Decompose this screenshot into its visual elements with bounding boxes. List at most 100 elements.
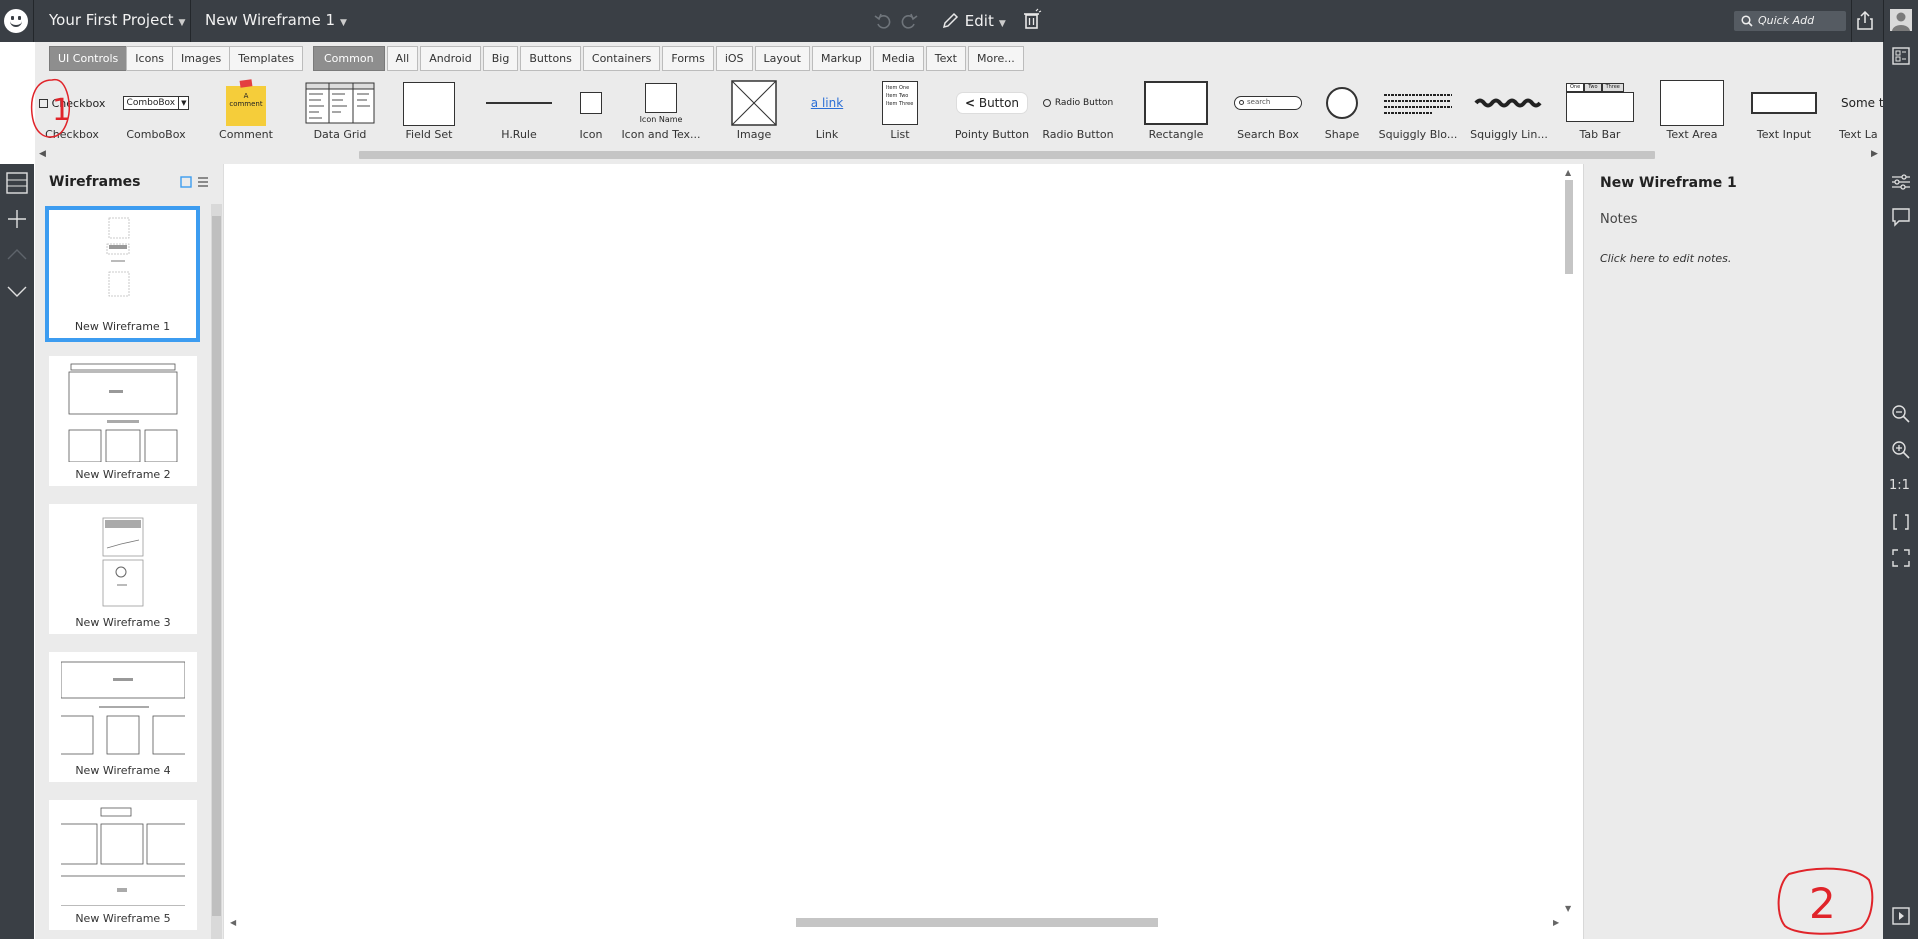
- share-icon[interactable]: [1856, 11, 1874, 31]
- component-data-grid[interactable]: Data Grid: [297, 76, 383, 142]
- scroll-left-icon[interactable]: ◀: [230, 918, 236, 927]
- right-toolbar: 1:1: [1883, 42, 1918, 939]
- component-text-input[interactable]: Text Input: [1741, 76, 1827, 142]
- component-label: Rectangle: [1148, 128, 1204, 141]
- comment-preview: A comment: [203, 79, 289, 126]
- component-label: Squiggly Blo...: [1378, 128, 1458, 141]
- scroll-right-icon[interactable]: ▶: [1553, 918, 1559, 927]
- filter-ios[interactable]: iOS: [715, 46, 753, 71]
- filter-more[interactable]: More...: [968, 46, 1024, 71]
- properties-panel: New Wireframe 1 Notes Click here to edit…: [1583, 164, 1883, 939]
- scrollbar-thumb[interactable]: [796, 918, 1158, 927]
- canvas-vertical-scrollbar[interactable]: ▲ ▼: [1563, 168, 1575, 914]
- component-radio-button[interactable]: Radio Button Radio Button: [1035, 76, 1121, 142]
- component-squiggly-line[interactable]: Squiggly Lin...: [1466, 76, 1552, 142]
- component-list[interactable]: Item One Item Two Item Three List: [857, 76, 943, 142]
- wireframe-thumbnail-4[interactable]: New Wireframe 4: [49, 652, 197, 782]
- wireframe-thumbnail-5[interactable]: New Wireframe 5: [49, 800, 197, 930]
- filter-big[interactable]: Big: [482, 46, 519, 71]
- tab-icons[interactable]: Icons: [126, 46, 174, 71]
- tab-ui-controls[interactable]: UI Controls: [49, 46, 128, 71]
- component-icon-and-text[interactable]: Icon Name Icon and Tex...: [618, 76, 704, 142]
- notes-edit-hint[interactable]: Click here to edit notes.: [1600, 252, 1731, 265]
- logo-smiley-icon[interactable]: [4, 9, 28, 33]
- component-label: Text Input: [1756, 128, 1812, 141]
- redo-icon[interactable]: [900, 12, 918, 30]
- filter-forms[interactable]: Forms: [662, 46, 714, 71]
- edit-menu[interactable]: Edit ▼: [942, 11, 1006, 30]
- filter-media[interactable]: Media: [872, 46, 924, 71]
- filter-buttons[interactable]: Buttons: [520, 46, 581, 71]
- component-label: ComboBox: [126, 128, 186, 141]
- zoom-actual-size-button[interactable]: 1:1: [1889, 478, 1913, 498]
- properties-sliders-icon[interactable]: [1891, 172, 1911, 192]
- plus-icon[interactable]: [6, 208, 28, 230]
- trash-icon[interactable]: [1022, 8, 1042, 30]
- scroll-right-icon[interactable]: ▶: [1871, 149, 1878, 159]
- wireframe-label: New Wireframe 1: [74, 320, 171, 333]
- text-label-preview-text: Some t: [1841, 96, 1883, 110]
- list-view-icon[interactable]: [197, 176, 209, 188]
- filter-all[interactable]: All: [386, 46, 419, 71]
- component-strip-scrollbar[interactable]: ◀ ▶: [35, 148, 1883, 162]
- divider: [1851, 0, 1852, 42]
- wireframe-menu[interactable]: New Wireframe 1 ▼: [205, 11, 347, 29]
- component-text-area[interactable]: Text Area: [1649, 76, 1735, 142]
- component-label: Squiggly Lin...: [1470, 128, 1548, 141]
- component-pointy-button[interactable]: < Button Pointy Button: [949, 76, 1035, 142]
- project-menu[interactable]: Your First Project ▼: [49, 11, 185, 29]
- zoom-out-icon[interactable]: [1891, 404, 1911, 424]
- user-avatar-icon[interactable]: [1890, 9, 1912, 31]
- fit-icon[interactable]: [1891, 512, 1911, 532]
- wireframe-canvas[interactable]: [223, 164, 1583, 939]
- filter-markup[interactable]: Markup: [811, 46, 871, 71]
- component-inspector-icon[interactable]: [1891, 46, 1911, 66]
- scroll-left-icon[interactable]: ◀: [39, 149, 46, 159]
- undo-icon[interactable]: [874, 12, 892, 30]
- component-label: Radio Button: [1042, 128, 1114, 141]
- wireframe-preview: [102, 517, 144, 607]
- edit-label: Edit: [964, 12, 994, 30]
- scroll-down-icon[interactable]: ▼: [1565, 904, 1571, 913]
- comment-icon[interactable]: [1891, 207, 1911, 227]
- quick-add-input[interactable]: Quick Add: [1734, 11, 1846, 31]
- wireframe-thumbnail-1[interactable]: New Wireframe 1: [45, 206, 200, 342]
- pointy-button-preview: < Button: [949, 80, 1035, 126]
- grid-view-icon[interactable]: [180, 176, 192, 188]
- divider: [190, 0, 191, 42]
- tab-images[interactable]: Images: [172, 46, 231, 71]
- zoom-in-icon[interactable]: [1891, 440, 1911, 460]
- squiggly-block-preview: [1375, 80, 1461, 126]
- scroll-up-icon[interactable]: ▲: [1565, 168, 1571, 177]
- canvas-horizontal-scrollbar[interactable]: ◀ ▶: [228, 916, 1563, 929]
- filter-common[interactable]: Common: [313, 46, 385, 71]
- component-field-set[interactable]: Field Set: [386, 76, 472, 142]
- scrollbar-thumb[interactable]: [1565, 180, 1573, 274]
- fullscreen-icon[interactable]: [1891, 548, 1911, 568]
- component-checkbox[interactable]: Checkbox Checkbox: [35, 76, 115, 142]
- scrollbar-thumb[interactable]: [212, 216, 221, 916]
- filter-android[interactable]: Android: [420, 46, 481, 71]
- play-icon[interactable]: [1891, 906, 1911, 926]
- component-text-label[interactable]: Some t Text La: [1833, 76, 1883, 142]
- wireframe-thumbnail-2[interactable]: New Wireframe 2: [49, 356, 197, 486]
- chevron-up-icon[interactable]: [6, 244, 28, 266]
- component-tab-bar[interactable]: One Two Three Tab Bar: [1557, 76, 1643, 142]
- scrollbar-thumb[interactable]: [359, 151, 1655, 159]
- tab-templates[interactable]: Templates: [229, 46, 304, 71]
- component-rectangle[interactable]: Rectangle: [1133, 76, 1219, 142]
- component-comment[interactable]: A comment Comment: [203, 76, 289, 142]
- filter-containers[interactable]: Containers: [582, 46, 661, 71]
- filter-layout[interactable]: Layout: [754, 46, 810, 71]
- list-panel-icon[interactable]: [6, 172, 28, 194]
- chevron-down-icon: ▼: [340, 18, 347, 28]
- filter-text[interactable]: Text: [925, 46, 966, 71]
- wireframes-scrollbar[interactable]: [211, 204, 222, 939]
- quick-add-placeholder: Quick Add: [1758, 14, 1815, 27]
- text-label-preview: Some t: [1833, 80, 1883, 126]
- wireframe-thumbnail-3[interactable]: New Wireframe 3: [49, 504, 197, 634]
- component-combobox[interactable]: ComboBox ▼ ComboBox: [113, 76, 199, 142]
- component-squiggly-block[interactable]: Squiggly Blo...: [1375, 76, 1461, 142]
- combobox-preview-text: ComboBox: [122, 96, 180, 110]
- chevron-down-icon[interactable]: [6, 280, 28, 302]
